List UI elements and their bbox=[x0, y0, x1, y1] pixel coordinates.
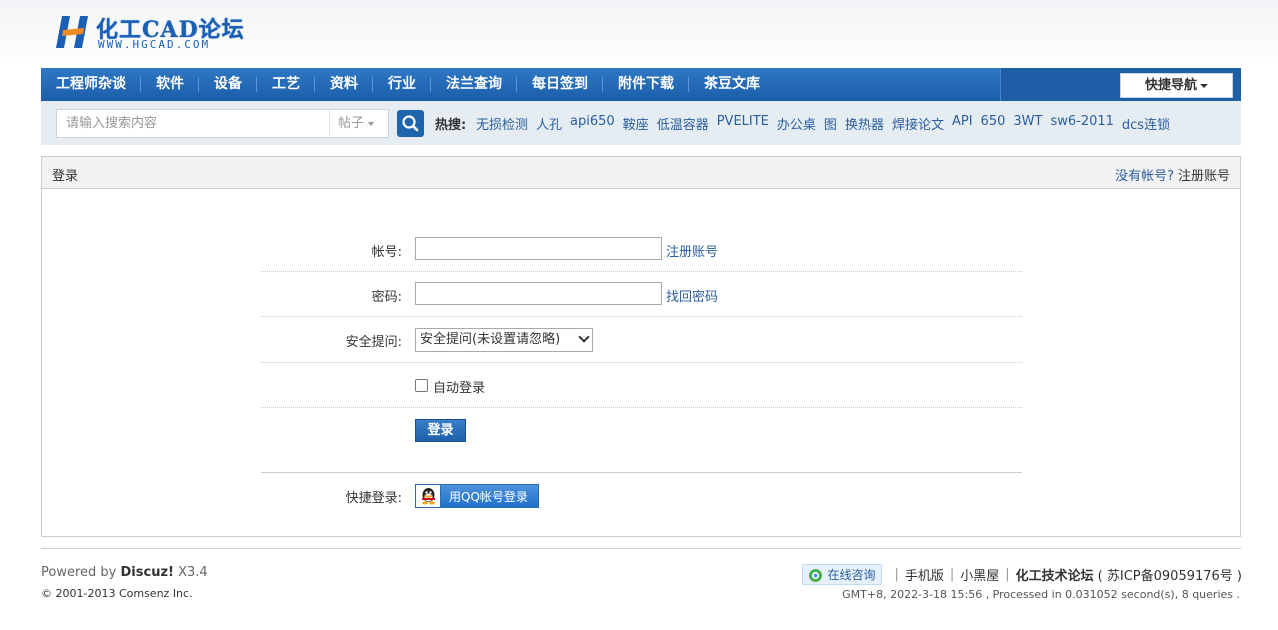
no-account-text[interactable]: 没有帐号? bbox=[1115, 169, 1174, 184]
search-type-select[interactable]: 帖子 bbox=[329, 109, 389, 138]
footer-divider bbox=[41, 548, 1241, 549]
hot-search-item[interactable]: 人孔 bbox=[536, 114, 562, 133]
chevron-down-icon bbox=[578, 331, 590, 343]
forgot-password-link[interactable]: 找回密码 bbox=[666, 286, 718, 305]
product-version: X3.4 bbox=[178, 565, 208, 580]
header: 化工CAD论坛 WWW.HGCAD.COM bbox=[0, 0, 1278, 68]
copyright: © 2001-2013 Comsenz Inc. bbox=[41, 587, 193, 600]
mobile-version-link[interactable]: 手机版 bbox=[905, 565, 944, 584]
qq-icon bbox=[416, 485, 441, 507]
hot-search-list: 无损检测 人孔 api650 鞍座 低温容器 PVELITE 办公桌 图 换热器… bbox=[476, 114, 1178, 133]
separator: | bbox=[949, 567, 955, 582]
nav-item-library[interactable]: 茶豆文库 bbox=[689, 68, 775, 101]
security-question-label: 安全提问: bbox=[345, 335, 402, 350]
divider bbox=[261, 271, 1022, 272]
qq-login-button[interactable]: 用QQ帐号登录 bbox=[415, 484, 539, 508]
nav-item-equipment[interactable]: 设备 bbox=[199, 68, 257, 101]
site-logo[interactable]: 化工CAD论坛 WWW.HGCAD.COM bbox=[54, 12, 254, 56]
hot-search-item[interactable]: 办公桌 bbox=[777, 114, 816, 133]
nav-item-daily-checkin[interactable]: 每日签到 bbox=[517, 68, 603, 101]
nav-item-resources[interactable]: 资料 bbox=[315, 68, 373, 101]
caret-down-icon bbox=[1200, 83, 1208, 88]
account-register-link[interactable]: 注册账号 bbox=[666, 241, 718, 260]
nav-item-software[interactable]: 软件 bbox=[141, 68, 199, 101]
main-nav: 工程师杂谈 软件 设备 工艺 资料 行业 法兰查询 每日签到 附件下载 茶豆文库 bbox=[41, 68, 1241, 101]
quick-nav-button[interactable]: 快捷导航 bbox=[1120, 73, 1233, 98]
site-name-link[interactable]: 化工技术论坛 bbox=[1016, 565, 1094, 584]
product-link[interactable]: Discuz! bbox=[121, 565, 174, 580]
logo-h-icon bbox=[56, 16, 88, 48]
hot-search-item[interactable]: 低温容器 bbox=[657, 114, 709, 133]
hot-search-item[interactable]: 3WT bbox=[1013, 114, 1042, 133]
login-panel-title: 登录 bbox=[52, 169, 79, 184]
login-submit-button[interactable]: 登录 bbox=[415, 419, 466, 442]
security-question-value: 安全提问(未设置请忽略) bbox=[420, 332, 561, 347]
search-type-label: 帖子 bbox=[338, 116, 365, 131]
account-label: 帐号: bbox=[371, 245, 402, 260]
caret-down-icon bbox=[368, 121, 375, 126]
hot-search-item[interactable]: 鞍座 bbox=[623, 114, 649, 133]
hot-search-item[interactable]: dcs连锁 bbox=[1122, 114, 1170, 133]
divider bbox=[261, 362, 1022, 363]
icp-link[interactable]: ( 苏ICP备09059176号 ) bbox=[1098, 565, 1242, 584]
powered-by: Powered by Discuz! X3.4 bbox=[41, 565, 208, 580]
nav-item-industry[interactable]: 行业 bbox=[373, 68, 431, 101]
powered-by-text: Powered by bbox=[41, 565, 117, 580]
search-button[interactable] bbox=[397, 110, 424, 137]
hot-search-item[interactable]: PVELITE bbox=[717, 114, 769, 133]
online-consult-label: 在线咨询 bbox=[827, 568, 876, 582]
separator: | bbox=[1005, 567, 1010, 582]
hot-search-item[interactable]: 650 bbox=[981, 114, 1006, 133]
nav-item-flange-query[interactable]: 法兰查询 bbox=[431, 68, 517, 101]
separator: | bbox=[894, 567, 899, 582]
chat-icon bbox=[809, 569, 823, 582]
nav-items: 工程师杂谈 软件 设备 工艺 资料 行业 法兰查询 每日签到 附件下载 茶豆文库 bbox=[41, 68, 775, 101]
nav-item-attachments[interactable]: 附件下载 bbox=[603, 68, 689, 101]
search-input[interactable] bbox=[56, 109, 330, 138]
quick-nav-label: 快捷导航 bbox=[1144, 78, 1197, 93]
nav-item-process[interactable]: 工艺 bbox=[257, 68, 315, 101]
search-icon bbox=[402, 115, 419, 132]
online-consult-button[interactable]: 在线咨询 bbox=[802, 564, 883, 585]
login-panel-header: 登录 没有帐号? 注册账号 bbox=[42, 157, 1240, 189]
divider bbox=[261, 407, 1022, 408]
blackroom-link[interactable]: 小黑屋 bbox=[960, 565, 999, 584]
register-prompt: 没有帐号? 注册账号 bbox=[1115, 165, 1230, 184]
auto-login-checkbox[interactable] bbox=[415, 379, 428, 392]
security-question-select[interactable]: 安全提问(未设置请忽略) bbox=[415, 328, 593, 352]
footer-meta: GMT+8, 2022-3-18 15:56 , Processed in 0.… bbox=[842, 588, 1240, 601]
search-bar: 帖子 热搜: 无损检测 人孔 api650 鞍座 低温容器 PVELITE 办公… bbox=[41, 101, 1241, 145]
quick-login-label: 快捷登录: bbox=[345, 491, 402, 506]
divider bbox=[261, 316, 1022, 317]
nav-item-engineer-talk[interactable]: 工程师杂谈 bbox=[41, 68, 141, 101]
register-link[interactable]: 注册账号 bbox=[1178, 169, 1230, 184]
hot-search-item[interactable]: 焊接论文 bbox=[892, 114, 944, 133]
divider bbox=[261, 472, 1022, 473]
footer-links: 在线咨询 | 手机版 | 小黑屋 | 化工技术论坛 ( 苏ICP备0905917… bbox=[802, 564, 1242, 585]
hot-search-label: 热搜: bbox=[435, 118, 467, 133]
hot-search-item[interactable]: 图 bbox=[824, 114, 837, 133]
hot-search-item[interactable]: 无损检测 bbox=[476, 114, 528, 133]
logo-subtitle: WWW.HGCAD.COM bbox=[98, 38, 211, 51]
hot-search-item[interactable]: api650 bbox=[570, 114, 615, 133]
hot-search-item[interactable]: API bbox=[952, 114, 973, 133]
login-panel: 登录 没有帐号? 注册账号 帐号: 注册账号 密码: 找回密码 安全提问: 安全提… bbox=[41, 156, 1241, 537]
hot-search-item[interactable]: sw6-2011 bbox=[1050, 114, 1113, 133]
password-label: 密码: bbox=[371, 290, 402, 305]
hot-search-item[interactable]: 换热器 bbox=[845, 114, 884, 133]
account-input[interactable] bbox=[415, 237, 662, 260]
password-input[interactable] bbox=[415, 282, 662, 305]
auto-login-label[interactable]: 自动登录 bbox=[433, 377, 485, 396]
qq-login-label: 用QQ帐号登录 bbox=[449, 490, 528, 504]
